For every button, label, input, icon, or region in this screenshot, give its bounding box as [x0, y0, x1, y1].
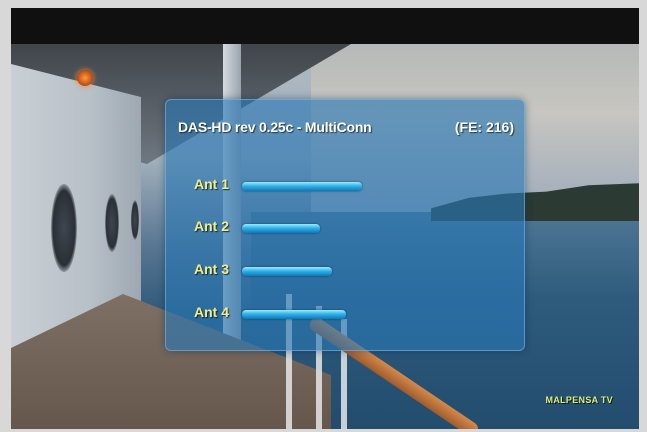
antenna-label: Ant 4: [194, 304, 229, 320]
antenna-signal-bar: [242, 182, 362, 191]
porthole: [51, 184, 77, 272]
panel-title: DAS-HD rev 0.25c - MultiConn: [178, 119, 372, 135]
antenna-signal-bar: [242, 267, 332, 276]
antenna-signal-bar: [242, 224, 320, 233]
porthole: [131, 200, 139, 240]
frontend-readout: (FE: 216): [454, 119, 514, 135]
antenna-signal-bar: [242, 310, 346, 319]
tv-frame: MALPENSA TV DAS-HD rev 0.25c - MultiConn…: [11, 8, 639, 429]
channel-watermark: MALPENSA TV: [545, 395, 613, 405]
antenna-label: Ant 1: [194, 176, 229, 192]
lamp-icon: [77, 70, 93, 86]
porthole: [105, 194, 119, 252]
antenna-label: Ant 2: [194, 218, 229, 234]
signal-meter-panel: DAS-HD rev 0.25c - MultiConn (FE: 216) A…: [165, 99, 525, 351]
antenna-label: Ant 3: [194, 261, 229, 277]
